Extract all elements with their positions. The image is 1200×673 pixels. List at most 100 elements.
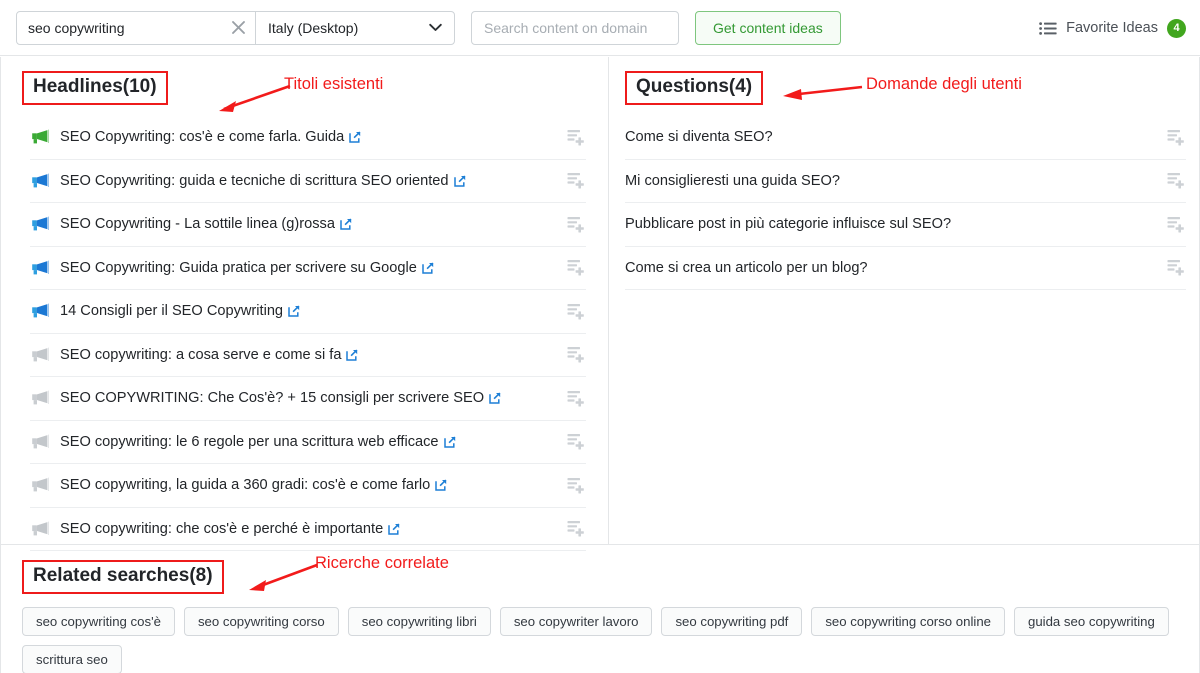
results-panels: Headlines(10) SEO Copywriting: cos'è e c… bbox=[0, 57, 1200, 551]
content-ideas-page: seo copywriting Italy (Desktop) Search c… bbox=[0, 0, 1200, 673]
add-to-list-button[interactable] bbox=[562, 390, 586, 407]
add-to-list-icon bbox=[567, 129, 584, 146]
headlines-list: SEO Copywriting: cos'è e come farla. Gui… bbox=[0, 116, 608, 551]
add-to-list-icon bbox=[567, 216, 584, 233]
megaphone-icon bbox=[32, 173, 49, 188]
favorite-ideas-label: Favorite Ideas bbox=[1066, 20, 1158, 36]
headlines-title: Headlines bbox=[33, 76, 123, 97]
headline-row[interactable]: SEO COPYWRITING: Che Cos'è? + 15 consigl… bbox=[30, 377, 586, 421]
question-row[interactable]: Mi consiglieresti una guida SEO? bbox=[625, 160, 1186, 203]
question-row[interactable]: Pubblicare post in più categorie influis… bbox=[625, 203, 1186, 247]
clear-icon[interactable] bbox=[221, 12, 255, 44]
headline-row[interactable]: 14 Consigli per il SEO Copywriting bbox=[30, 290, 586, 334]
add-to-list-button[interactable] bbox=[562, 172, 586, 189]
headline-title[interactable]: SEO Copywriting: Guida pratica per scriv… bbox=[60, 260, 562, 276]
megaphone-icon bbox=[30, 303, 52, 319]
megaphone-icon bbox=[32, 216, 49, 231]
external-link-icon bbox=[340, 218, 352, 230]
megaphone-icon bbox=[32, 521, 49, 536]
headline-title[interactable]: SEO copywriting: che cos'è e perché è im… bbox=[60, 521, 562, 537]
megaphone-icon bbox=[30, 347, 52, 363]
headline-title[interactable]: SEO COPYWRITING: Che Cos'è? + 15 consigl… bbox=[60, 390, 562, 406]
external-link-icon bbox=[453, 175, 465, 187]
chevron-down-icon bbox=[429, 23, 442, 31]
add-to-list-button[interactable] bbox=[562, 216, 586, 233]
megaphone-icon bbox=[32, 434, 49, 449]
headline-row[interactable]: SEO copywriting: a cosa serve e come si … bbox=[30, 334, 586, 377]
related-search-tag[interactable]: seo copywriting cos'è bbox=[22, 607, 175, 636]
related-search-tag[interactable]: seo copywriting libri bbox=[347, 607, 491, 636]
domain-search-input[interactable]: Search content on domain bbox=[471, 10, 679, 45]
headline-title[interactable]: SEO copywriting: a cosa serve e come si … bbox=[60, 347, 562, 363]
headline-row[interactable]: SEO copywriting: che cos'è e perché è im… bbox=[30, 508, 586, 551]
related-search-tag[interactable]: guida seo copywriting bbox=[1014, 607, 1169, 636]
annotation-questions-label: Domande degli utenti bbox=[866, 75, 1022, 93]
add-to-list-button[interactable] bbox=[562, 346, 586, 363]
related-search-tag[interactable]: seo copywriter lavoro bbox=[499, 607, 653, 636]
question-text[interactable]: Pubblicare post in più categorie influis… bbox=[625, 216, 1162, 232]
megaphone-icon bbox=[30, 390, 52, 406]
add-to-list-button[interactable] bbox=[1162, 259, 1186, 276]
external-link-icon bbox=[422, 262, 434, 274]
related-search-tag[interactable]: seo copywriting pdf bbox=[661, 607, 803, 636]
headline-title[interactable]: SEO Copywriting: guida e tecniche di scr… bbox=[60, 173, 562, 189]
megaphone-icon bbox=[30, 216, 52, 232]
headline-row[interactable]: SEO Copywriting: cos'è e come farla. Gui… bbox=[30, 116, 586, 160]
questions-title-box: Questions(4) bbox=[625, 71, 764, 105]
add-to-list-button[interactable] bbox=[562, 520, 586, 537]
add-to-list-button[interactable] bbox=[562, 433, 586, 450]
add-to-list-button[interactable] bbox=[562, 259, 586, 276]
get-content-ideas-button[interactable]: Get content ideas bbox=[695, 10, 841, 45]
question-row[interactable]: Come si diventa SEO? bbox=[625, 116, 1186, 160]
external-link-icon bbox=[443, 436, 455, 448]
headline-row[interactable]: SEO Copywriting: guida e tecniche di scr… bbox=[30, 160, 586, 203]
add-to-list-button[interactable] bbox=[1162, 216, 1186, 233]
headlines-count: (10) bbox=[122, 76, 157, 97]
keyword-input[interactable]: seo copywriting bbox=[17, 12, 221, 44]
add-to-list-button[interactable] bbox=[1162, 172, 1186, 189]
add-to-list-icon bbox=[567, 303, 584, 320]
megaphone-icon bbox=[32, 477, 49, 492]
megaphone-icon bbox=[32, 303, 49, 318]
related-search-tag[interactable]: seo copywriting corso bbox=[183, 607, 339, 636]
related-search-tag[interactable]: scrittura seo bbox=[22, 645, 122, 673]
question-text[interactable]: Mi consiglieresti una guida SEO? bbox=[625, 173, 1162, 189]
megaphone-icon bbox=[30, 260, 52, 276]
question-row[interactable]: Come si crea un articolo per un blog? bbox=[625, 247, 1186, 290]
add-to-list-icon bbox=[1167, 129, 1184, 146]
add-to-list-button[interactable] bbox=[1162, 129, 1186, 146]
headline-title[interactable]: SEO copywriting: le 6 regole per una scr… bbox=[60, 434, 562, 450]
megaphone-icon bbox=[30, 129, 52, 145]
megaphone-icon bbox=[30, 477, 52, 493]
external-link-icon bbox=[435, 479, 447, 491]
headlines-title-box: Headlines(10) bbox=[22, 71, 168, 105]
add-to-list-button[interactable] bbox=[562, 129, 586, 146]
external-link-icon bbox=[349, 131, 361, 143]
related-search-tag[interactable]: seo copywriting corso online bbox=[811, 607, 1005, 636]
questions-title: Questions bbox=[636, 76, 729, 97]
headline-row[interactable]: SEO Copywriting - La sottile linea (g)ro… bbox=[30, 203, 586, 247]
related-count: (8) bbox=[189, 565, 213, 586]
favorite-ideas-button[interactable]: Favorite Ideas 4 bbox=[1039, 0, 1192, 56]
headline-title[interactable]: SEO Copywriting - La sottile linea (g)ro… bbox=[60, 216, 562, 232]
add-to-list-icon bbox=[567, 173, 584, 189]
headline-row[interactable]: SEO Copywriting: Guida pratica per scriv… bbox=[30, 247, 586, 290]
add-to-list-button[interactable] bbox=[562, 303, 586, 320]
headline-title[interactable]: 14 Consigli per il SEO Copywriting bbox=[60, 303, 562, 319]
favorite-ideas-badge: 4 bbox=[1167, 18, 1186, 38]
external-link-icon bbox=[288, 305, 300, 317]
related-searches-tags: seo copywriting cos'è seo copywriting cor… bbox=[22, 607, 1178, 673]
questions-panel: Questions(4) Come si diventa SEO? Mi cons… bbox=[609, 57, 1200, 544]
add-to-list-button[interactable] bbox=[562, 477, 586, 494]
headline-title[interactable]: SEO copywriting, la guida a 360 gradi: c… bbox=[60, 477, 562, 493]
headline-row[interactable]: SEO copywriting: le 6 regole per una scr… bbox=[30, 421, 586, 464]
country-select-value: Italy (Desktop) bbox=[268, 19, 359, 36]
headline-row[interactable]: SEO copywriting, la guida a 360 gradi: c… bbox=[30, 464, 586, 508]
add-to-list-icon bbox=[1167, 260, 1184, 276]
list-icon bbox=[1039, 21, 1057, 35]
country-select[interactable]: Italy (Desktop) bbox=[256, 12, 454, 44]
question-text[interactable]: Come si crea un articolo per un blog? bbox=[625, 260, 1162, 276]
headline-title[interactable]: SEO Copywriting: cos'è e come farla. Gui… bbox=[60, 129, 562, 145]
add-to-list-icon bbox=[567, 347, 584, 363]
question-text[interactable]: Come si diventa SEO? bbox=[625, 129, 1162, 145]
